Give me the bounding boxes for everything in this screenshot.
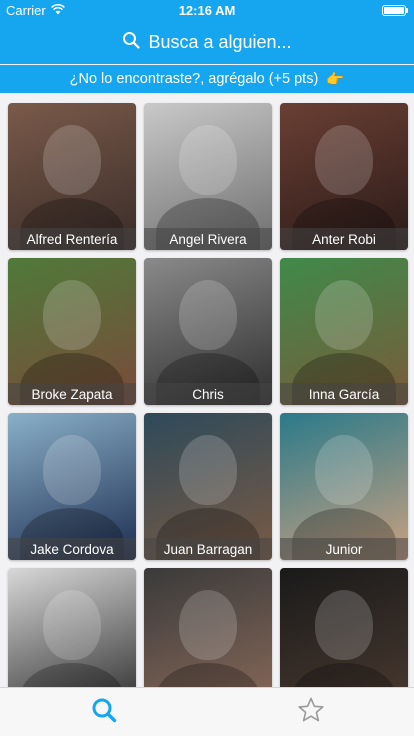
person-silhouette-head xyxy=(315,125,373,195)
search-icon xyxy=(122,31,141,54)
person-card[interactable]: Juan Barragan xyxy=(144,413,272,560)
status-time: 12:16 AM xyxy=(178,2,236,18)
person-card[interactable]: Broke Zapata xyxy=(8,258,136,405)
search-bar[interactable]: Busca a alguien... xyxy=(0,20,414,64)
search-placeholder: Busca a alguien... xyxy=(148,31,292,52)
person-card[interactable]: Inna García xyxy=(280,258,408,405)
add-person-banner[interactable]: ¿No lo encontraste?, agrégalo (+5 pts) 👉 xyxy=(0,65,414,93)
status-bar: Carrier 12:16 AM xyxy=(0,0,414,20)
person-name: Chris xyxy=(144,383,272,405)
person-name: Junior xyxy=(280,538,408,560)
person-silhouette-head xyxy=(179,280,237,350)
person-card[interactable]: Chris xyxy=(144,258,272,405)
person-silhouette-head xyxy=(315,590,373,660)
people-grid: Alfred Rentería Angel Rivera Anter Robi Bro… xyxy=(0,93,414,687)
person-name: Angel Rivera xyxy=(144,228,272,250)
tab-search[interactable] xyxy=(0,688,207,736)
person-silhouette-head xyxy=(315,435,373,505)
tab-bar xyxy=(0,687,414,736)
search-icon xyxy=(91,697,117,728)
person-card[interactable]: Anter Robi xyxy=(280,103,408,250)
person-silhouette-head xyxy=(43,280,101,350)
person-card[interactable]: Jake Cordova xyxy=(8,413,136,560)
person-card[interactable]: Angel Rivera xyxy=(144,103,272,250)
person-name: Juan Barragan xyxy=(144,538,272,560)
person-silhouette-head xyxy=(315,280,373,350)
star-icon xyxy=(297,697,325,728)
add-person-text: ¿No lo encontraste?, agrégalo (+5 pts) xyxy=(69,71,319,87)
person-photo xyxy=(144,568,272,687)
person-silhouette-head xyxy=(43,590,101,660)
person-card[interactable] xyxy=(144,568,272,687)
person-name: Anter Robi xyxy=(280,228,408,250)
person-name: Inna García xyxy=(280,383,408,405)
person-silhouette-head xyxy=(179,590,237,660)
person-card[interactable] xyxy=(8,568,136,687)
person-silhouette-head xyxy=(179,435,237,505)
person-silhouette-body xyxy=(20,663,124,687)
person-photo xyxy=(280,568,408,687)
person-silhouette-head xyxy=(43,125,101,195)
person-name: Alfred Rentería xyxy=(8,228,136,250)
person-silhouette-head xyxy=(179,125,237,195)
person-name: Broke Zapata xyxy=(8,383,136,405)
person-card[interactable]: Junior xyxy=(280,413,408,560)
person-silhouette-body xyxy=(156,663,260,687)
pointing-hand-icon: 👉 xyxy=(326,71,345,88)
tab-favorites[interactable] xyxy=(207,688,414,736)
person-card[interactable]: Alfred Rentería xyxy=(8,103,136,250)
person-silhouette-body xyxy=(292,663,396,687)
person-name: Jake Cordova xyxy=(8,538,136,560)
person-card[interactable] xyxy=(280,568,408,687)
person-silhouette-head xyxy=(43,435,101,505)
person-photo xyxy=(8,568,136,687)
